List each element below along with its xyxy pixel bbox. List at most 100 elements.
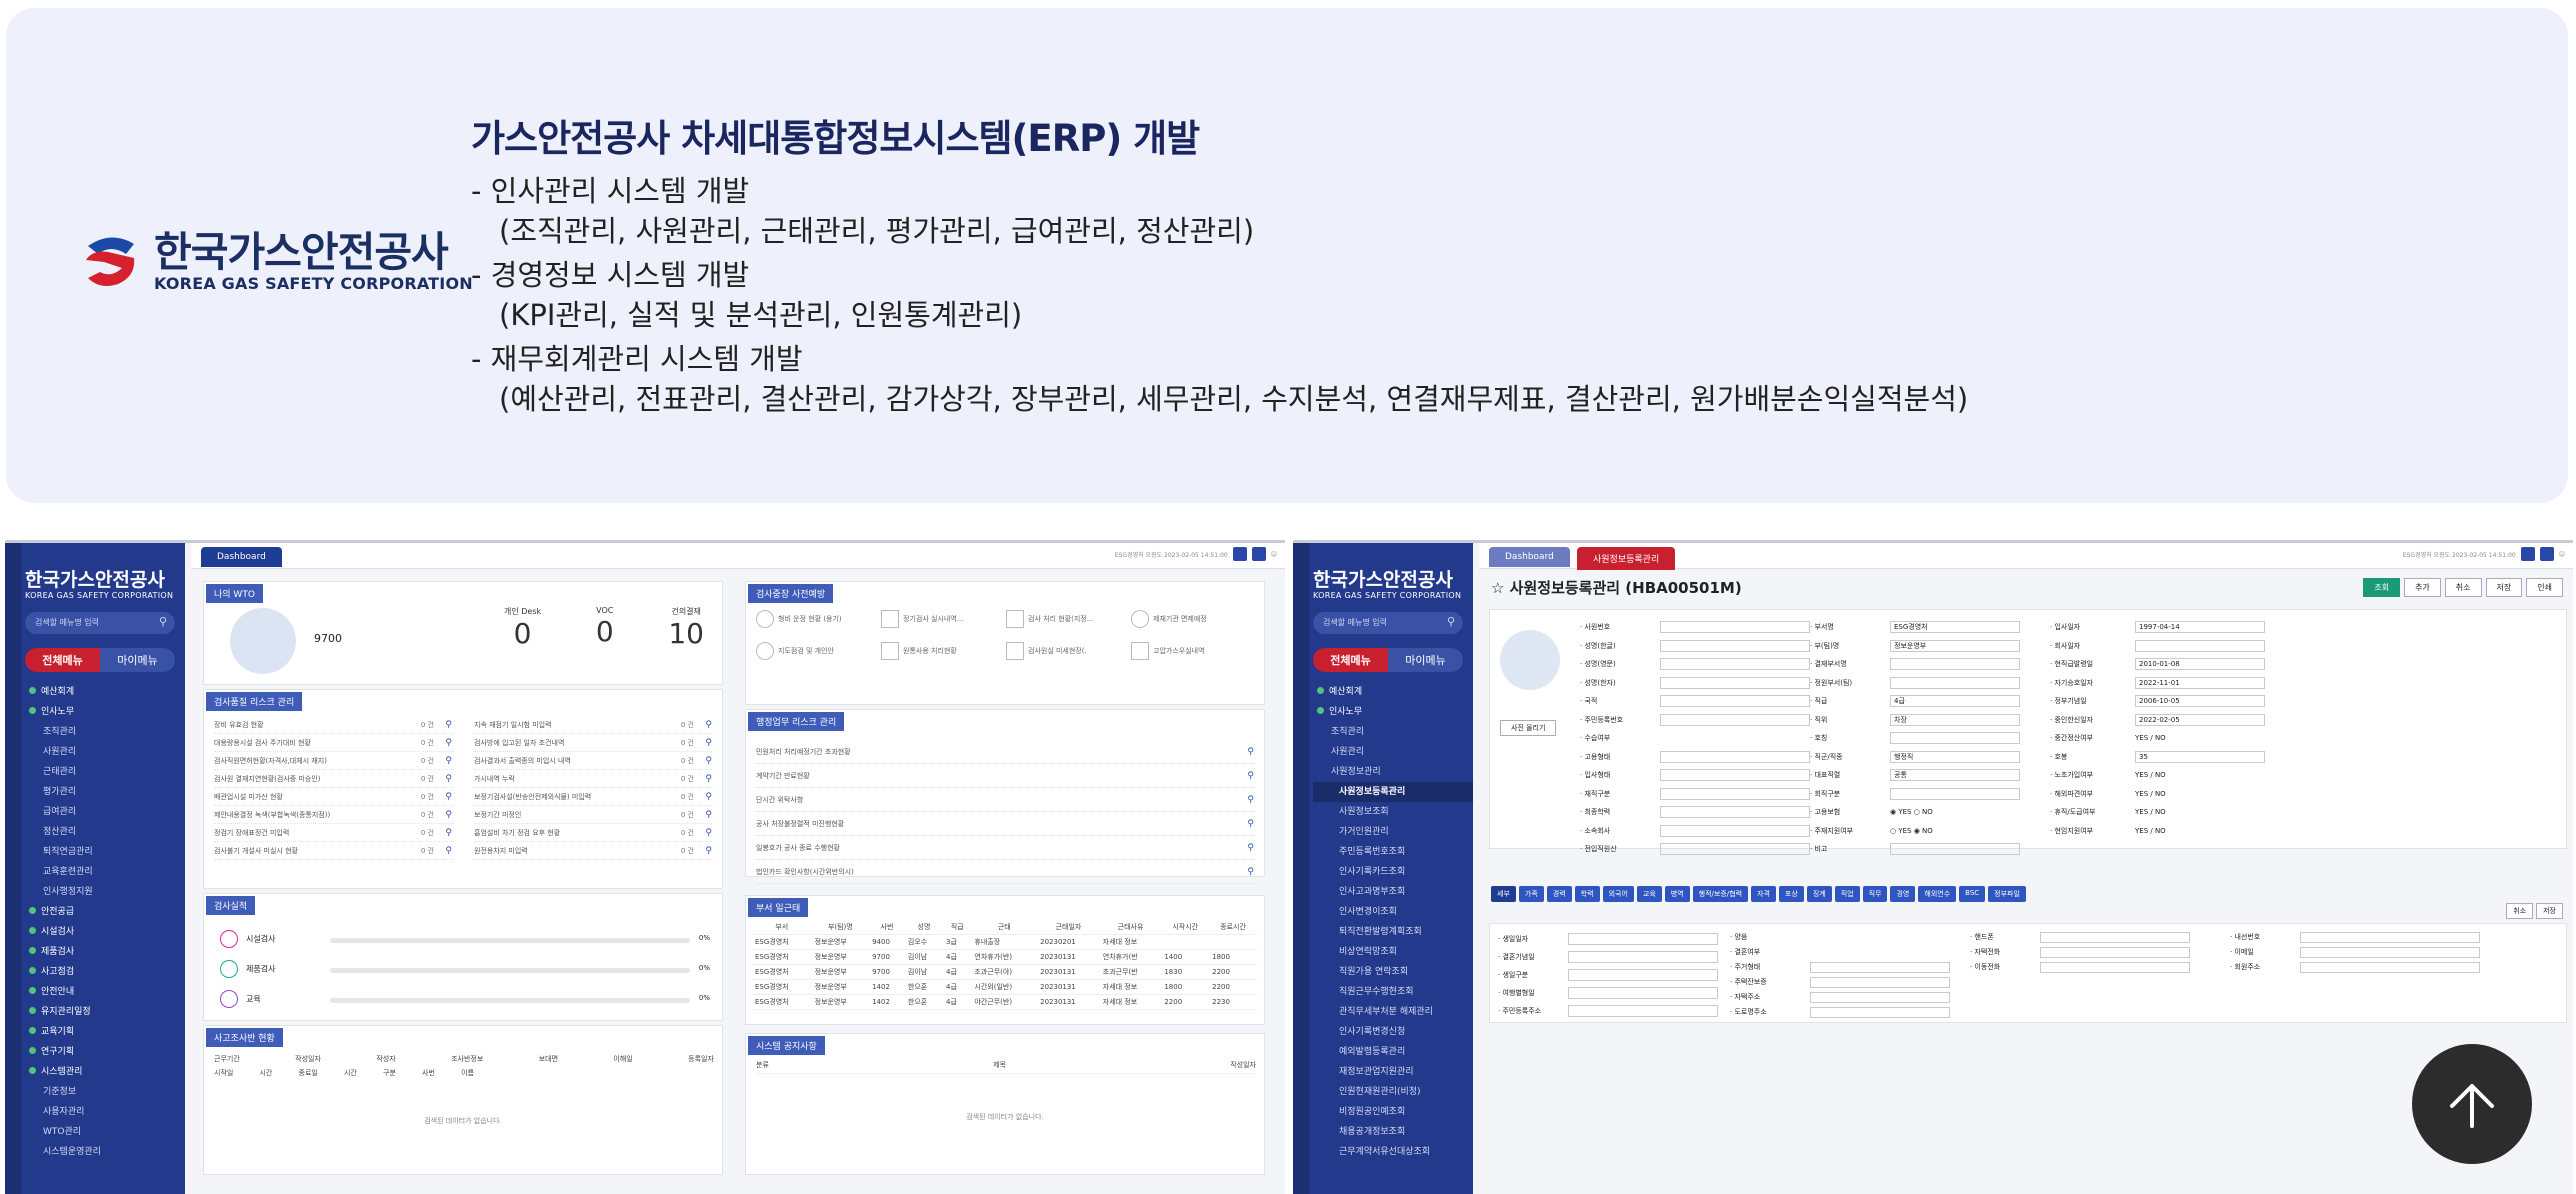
sidebar-item[interactable]: 인사고과명부조회 — [1313, 882, 1473, 902]
field-input[interactable] — [1568, 969, 1718, 981]
field-input[interactable] — [1660, 769, 1810, 781]
tab-education[interactable]: 학력 — [1574, 886, 1600, 902]
field-input[interactable] — [1890, 658, 2020, 670]
sidebar-item[interactable]: 인사노무 — [25, 702, 185, 722]
radio-group[interactable]: ○ YES ◉ NO — [1890, 822, 1933, 841]
tab-detail[interactable]: 세부 — [1491, 886, 1516, 902]
list-item[interactable]: 법인카드 확인사항(시간위반의시) ⚲ — [756, 860, 1256, 884]
tab-job[interactable]: 직업 — [1834, 886, 1860, 902]
sidebar-item[interactable]: 직원가용 연락조회 — [1313, 962, 1473, 982]
tab-dashboard[interactable]: Dashboard — [201, 547, 282, 567]
menu-search-input[interactable]: 검색할 메뉴명 입력 ⚲ — [25, 612, 175, 634]
list-item[interactable]: 대용량용시설 검사 주기대비 현황 0 건 ⚲ — [214, 734, 454, 752]
list-item[interactable]: 원전용차지 미입력 0 건 ⚲ — [474, 842, 714, 860]
field-input[interactable] — [1890, 732, 2020, 744]
sidebar-item[interactable]: 조직관리 — [25, 722, 185, 742]
radio-group[interactable]: YES / NO — [2135, 785, 2166, 804]
shortcut-item[interactable]: 지도점검 및 개인안 — [756, 642, 881, 660]
table-row[interactable]: ESG경영처 정보운영부 9400 김오수 3급 휴내출장 20230201 자세대 정보 — [752, 934, 1257, 950]
field-input[interactable] — [1890, 676, 2020, 689]
list-item[interactable]: 검사방에 입고된 일자 조건내역 0 건 ⚲ — [474, 734, 714, 752]
sidebar-item[interactable]: 퇴직전환발령계획조회 — [1313, 922, 1473, 942]
sidebar-item[interactable]: 인원현재원관리(비정) — [1313, 1082, 1473, 1102]
sidebar-item[interactable]: 교육훈련관리 — [25, 862, 185, 882]
list-item[interactable]: 정검기 장애표정건 미입력 0 건 ⚲ — [214, 824, 454, 842]
list-item[interactable]: 검사불기 개설사 미실시 현황 0 건 ⚲ — [214, 842, 454, 860]
field-input[interactable]: 2006-10-05 — [2135, 695, 2265, 707]
stat-value[interactable]: 10 — [668, 617, 704, 650]
field-select[interactable]: 차장 — [1890, 713, 2020, 726]
field-input[interactable] — [1660, 713, 1810, 726]
sidebar-item[interactable]: 사원관리 — [25, 742, 185, 762]
radio-group[interactable]: ◉ YES ○ NO — [1890, 803, 1933, 822]
sidebar-item[interactable]: 비정원공인예조회 — [1313, 1102, 1473, 1122]
sidebar-item[interactable]: 시스템관리 — [25, 1062, 185, 1082]
field-input[interactable] — [1890, 843, 2020, 855]
list-item[interactable]: 보정기검사설(반송안전제외식물) 미입력 0 건 ⚲ — [474, 788, 714, 806]
shortcut-item[interactable]: 형비 운정 현황 (용기) — [756, 610, 881, 628]
search-icon[interactable]: ⚲ — [1447, 615, 1455, 628]
detail-cancel-button[interactable]: 취소 — [2506, 903, 2534, 919]
user-icon[interactable]: ☺ — [2559, 551, 2565, 558]
list-item[interactable]: 민원처리 처리예정기간 초과현황 ⚲ — [756, 740, 1256, 764]
sidebar-item[interactable]: 인사노무 — [1313, 702, 1473, 722]
user-icon[interactable]: ☺ — [1271, 551, 1277, 558]
cancel-button[interactable]: 취소 — [2444, 578, 2482, 597]
sidebar-item[interactable]: 예산회계 — [1313, 682, 1473, 702]
sidebar-item[interactable]: 비상연락망조회 — [1313, 942, 1473, 962]
sidebar-item[interactable]: 재정보관업지원관리 — [1313, 1062, 1473, 1082]
scroll-to-top-button[interactable] — [2412, 1044, 2532, 1164]
sidebar-item[interactable]: 사원정보관리 — [1313, 762, 1473, 782]
toolbar-icon[interactable] — [2539, 547, 2554, 561]
list-item[interactable]: 단시간 위탁사항 ⚲ — [756, 788, 1256, 812]
field-input[interactable] — [1890, 787, 2020, 800]
tab-language[interactable]: 외국어 — [1602, 886, 1634, 902]
sidebar-item[interactable]: 정산관리 — [25, 822, 185, 842]
date-input[interactable]: 2022-02-05 — [2135, 713, 2265, 726]
menu-search-input[interactable]: 검색할 메뉴명 입력 ⚲ — [1313, 612, 1463, 634]
field-input[interactable] — [1660, 843, 1810, 855]
search-icon[interactable]: ⚲ — [159, 615, 167, 628]
sidebar-item[interactable]: 퇴직연금관리 — [25, 842, 185, 862]
field-input[interactable] — [1660, 695, 1810, 707]
field-input[interactable] — [1660, 658, 1810, 670]
list-item[interactable]: 계약기간 만료현황 ⚲ — [756, 764, 1256, 788]
shortcut-item[interactable]: 제재기관 면제예정 — [1131, 610, 1256, 628]
tab-military[interactable]: 병역 — [1664, 886, 1690, 902]
tab-award[interactable]: 포상 — [1778, 886, 1804, 902]
sidebar-item[interactable]: 근무계약서유선대상조회 — [1313, 1142, 1473, 1162]
list-item[interactable]: 검사직원면허현황(자격사,대체시 재지) 0 건 ⚲ — [214, 752, 454, 770]
tab-my-menu[interactable]: 마이메뉴 — [1388, 648, 1463, 672]
sidebar-item[interactable]: 사원정보조회 — [1313, 802, 1473, 822]
table-row[interactable]: ESG경영처 정보운영부 9700 김이남 4급 조과근무(야) 20230131 초과근무(… — [752, 964, 1257, 980]
sidebar-item[interactable]: 사고점검 — [25, 962, 185, 982]
list-item[interactable]: 일봉호가 공사 종료 수행현황 ⚲ — [756, 836, 1256, 860]
toolbar-icon[interactable] — [1251, 547, 1266, 561]
tab-discipline[interactable]: 징계 — [1806, 886, 1832, 902]
field-select[interactable] — [1810, 962, 1950, 973]
tab-files[interactable]: 정부파일 — [1988, 886, 2026, 902]
list-item[interactable]: 가시내역 누락 0 건 ⚲ — [474, 770, 714, 788]
field-input[interactable]: 1997-04-14 — [2135, 621, 2265, 633]
tab-all-menu[interactable]: 전체메뉴 — [25, 648, 100, 672]
shortcut-item[interactable]: 정기검사 실시내역... — [881, 610, 1006, 628]
field-input[interactable] — [1660, 750, 1810, 763]
field-select[interactable]: 행정직 — [1890, 750, 2020, 763]
field-input[interactable]: 정보운영부 — [1890, 639, 2020, 652]
shortcut-item[interactable]: 원통사용 처리현황 — [881, 642, 1006, 660]
sidebar-item[interactable]: 관직무세부처분 해제관리 — [1313, 1002, 1473, 1022]
sidebar-item[interactable]: 급여관리 — [25, 802, 185, 822]
field-input[interactable] — [1568, 987, 1718, 999]
sidebar-item[interactable]: 인사기록변경신청 — [1313, 1022, 1473, 1042]
detail-save-button[interactable]: 저장 — [2536, 903, 2563, 919]
shortcut-item[interactable]: 고압가스우실내역 — [1131, 642, 1256, 660]
sidebar-item[interactable]: 시스템운영관리 — [25, 1142, 185, 1162]
list-item[interactable]: 지속 재점기 일시험 미입력 0 건 ⚲ — [474, 716, 714, 734]
sidebar-item[interactable]: 주민등록번호조회 — [1313, 842, 1473, 862]
table-row[interactable]: ESG경영처 정보운영부 1402 한으훈 4급 야간근무(반) 20230131 자세대 정… — [752, 994, 1257, 1010]
sidebar-item[interactable]: 예외발령등록관리 — [1313, 1042, 1473, 1062]
field-input[interactable] — [2040, 932, 2190, 943]
toolbar-icon[interactable] — [1232, 547, 1247, 561]
print-button[interactable]: 인쇄 — [2526, 578, 2563, 597]
field-input[interactable] — [1810, 977, 1950, 988]
